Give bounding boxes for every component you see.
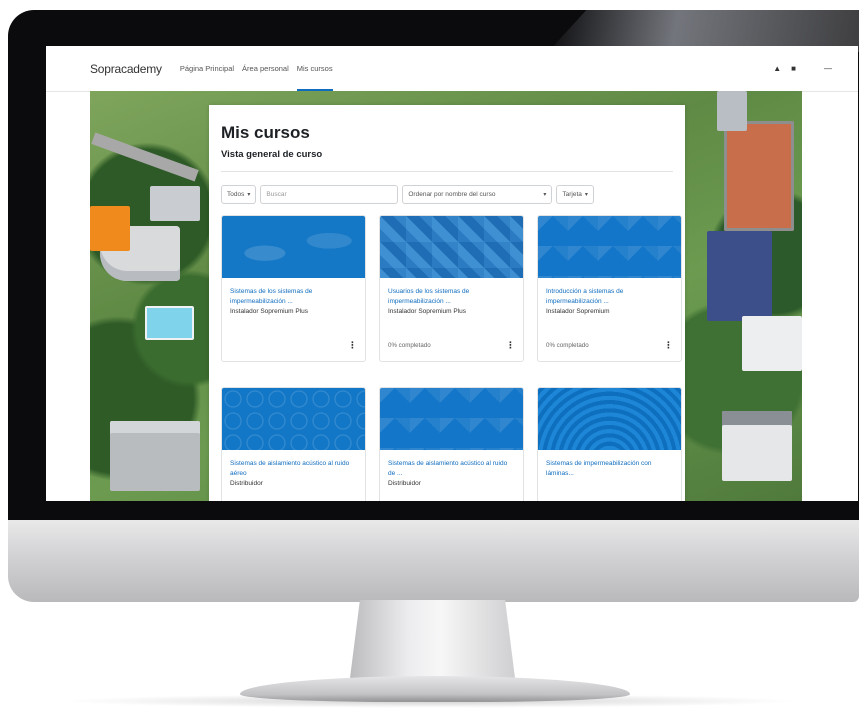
course-title[interactable]: Usuarios de los sistemas de impermeabili… — [388, 287, 515, 307]
sort-value: Ordenar por nombre del curso — [408, 191, 496, 198]
my-courses-panel: Mis cursos Vista general de curso Todos … — [209, 105, 685, 501]
building — [742, 316, 802, 371]
road — [91, 132, 199, 182]
building — [722, 411, 792, 481]
course-image[interactable] — [222, 216, 365, 278]
grouping-value: Todos — [227, 191, 245, 198]
nav-link-home[interactable]: Página Principal — [180, 46, 234, 91]
more-options-icon[interactable]: ⋮ — [664, 340, 673, 351]
course-image[interactable] — [222, 388, 365, 450]
course-card[interactable]: Sistemas de aislamiento acústico al ruid… — [379, 387, 524, 501]
desk-shadow — [60, 694, 800, 708]
course-category: Distribuidor — [230, 480, 263, 487]
page-title: Mis cursos — [221, 123, 310, 142]
course-category: Instalador Sopremium — [546, 308, 610, 315]
more-options-icon[interactable]: ⋮ — [348, 340, 357, 351]
monitor-chin — [8, 520, 859, 602]
building — [724, 121, 794, 231]
course-card[interactable]: Introducción a sistemas de impermeabiliz… — [537, 215, 682, 362]
more-options-icon[interactable]: ⋮ — [506, 340, 515, 351]
course-title[interactable]: Sistemas de aislamiento acústico al ruid… — [388, 459, 515, 479]
course-card[interactable]: Sistemas de los sistemas de impermeabili… — [221, 215, 366, 362]
chevron-down-icon: ▾ — [584, 192, 588, 198]
course-title[interactable]: Sistemas de los sistemas de impermeabili… — [230, 287, 357, 307]
course-title[interactable]: Sistemas de aislamiento acústico al ruid… — [230, 459, 357, 479]
course-category: Distribuidor — [388, 480, 421, 487]
chevron-down-icon: ▾ — [543, 192, 547, 198]
site-brand[interactable]: Sopracademy — [90, 62, 162, 76]
screen: Sopracademy Página Principal Área person… — [46, 46, 858, 501]
pool — [145, 306, 194, 340]
building — [90, 206, 130, 251]
view-value: Tarjeta — [562, 191, 582, 198]
sort-dropdown[interactable]: Ordenar por nombre del curso ▾ — [402, 185, 553, 204]
building — [717, 91, 747, 131]
course-progress: 0% completado — [388, 342, 431, 349]
divider — [221, 171, 673, 172]
course-category: Instalador Sopremium Plus — [388, 308, 467, 315]
course-card[interactable]: Sistemas de impermeabilización con lámin… — [537, 387, 682, 501]
monitor: Sopracademy Página Principal Área person… — [8, 10, 859, 602]
course-category: Instalador Sopremium Plus — [230, 308, 309, 315]
top-navbar: Sopracademy Página Principal Área person… — [46, 46, 858, 92]
grouping-dropdown[interactable]: Todos ▾ — [221, 185, 257, 204]
course-image[interactable] — [380, 388, 523, 450]
nav-link-dashboard[interactable]: Área personal — [242, 46, 289, 91]
building — [110, 421, 200, 491]
course-title[interactable]: Introducción a sistemas de impermeabiliz… — [546, 287, 673, 307]
section-title: Vista general de curso — [221, 149, 323, 160]
course-progress: 0% completado — [546, 342, 589, 349]
course-title[interactable]: Sistemas de impermeabilización con lámin… — [546, 459, 673, 479]
search-input[interactable]: Buscar — [260, 185, 399, 204]
course-card[interactable]: Usuarios de los sistemas de impermeabili… — [379, 215, 524, 362]
user-menu-icon[interactable]: — — [824, 64, 832, 73]
building — [150, 186, 200, 221]
view-dropdown[interactable]: Tarjeta ▾ — [556, 185, 594, 204]
building — [707, 231, 772, 321]
course-image[interactable] — [380, 216, 523, 278]
course-image[interactable] — [538, 388, 681, 450]
nav-right-icons: ▲ ■ — — [773, 64, 832, 73]
course-filters: Todos ▾ Buscar Ordenar por nombre del cu… — [221, 185, 594, 204]
course-image[interactable] — [538, 216, 681, 278]
bell-icon[interactable]: ▲ — [773, 64, 781, 73]
nav-link-my-courses[interactable]: Mis cursos — [296, 46, 333, 91]
monitor-stand-neck — [350, 600, 515, 678]
chevron-down-icon: ▾ — [247, 192, 251, 198]
chat-icon[interactable]: ■ — [791, 64, 796, 73]
course-card[interactable]: Sistemas de aislamiento acústico al ruid… — [221, 387, 366, 501]
